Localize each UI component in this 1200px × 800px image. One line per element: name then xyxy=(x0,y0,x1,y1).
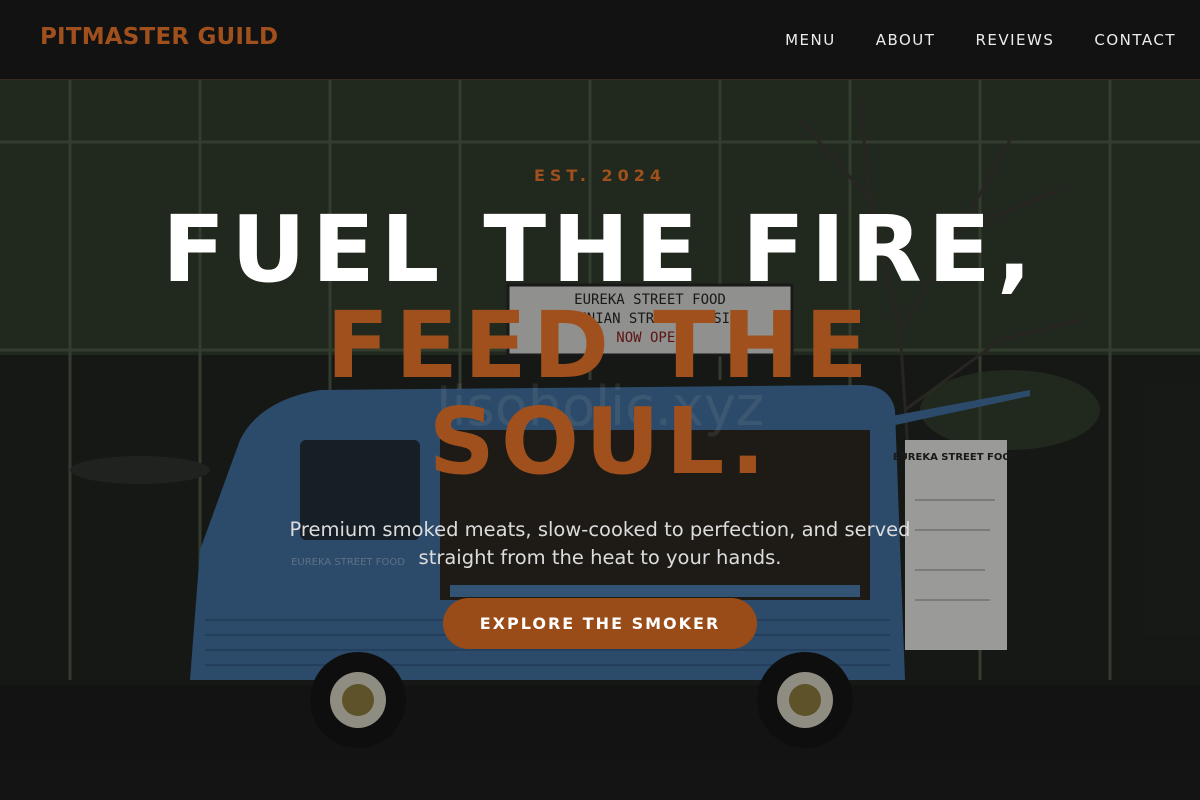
nav-link-reviews[interactable]: REVIEWS xyxy=(975,31,1054,49)
brand-logo[interactable]: PITMASTER GUILD xyxy=(40,24,278,50)
top-navigation: PITMASTER GUILD MENU ABOUT REVIEWS CONTA… xyxy=(0,0,1200,80)
hero-eyebrow: EST. 2024 xyxy=(533,166,667,185)
hero-headline-line1: FUEL THE FIRE, xyxy=(162,196,1038,303)
hero-subtext: Premium smoked meats, slow-cooked to per… xyxy=(289,518,911,569)
nav-link-menu[interactable]: MENU xyxy=(785,31,836,49)
explore-smoker-button[interactable]: EXPLORE THE SMOKER xyxy=(443,598,757,649)
hero-section: EUREKA STREET FOOD ARMENIAN STREET CUISI… xyxy=(0,80,1200,800)
hero-headline-line2: FEED THE SOUL. xyxy=(326,292,874,495)
nav-link-contact[interactable]: CONTACT xyxy=(1094,31,1176,49)
nav-link-about[interactable]: ABOUT xyxy=(876,31,936,49)
nav-links: MENU ABOUT REVIEWS CONTACT xyxy=(785,31,1176,49)
